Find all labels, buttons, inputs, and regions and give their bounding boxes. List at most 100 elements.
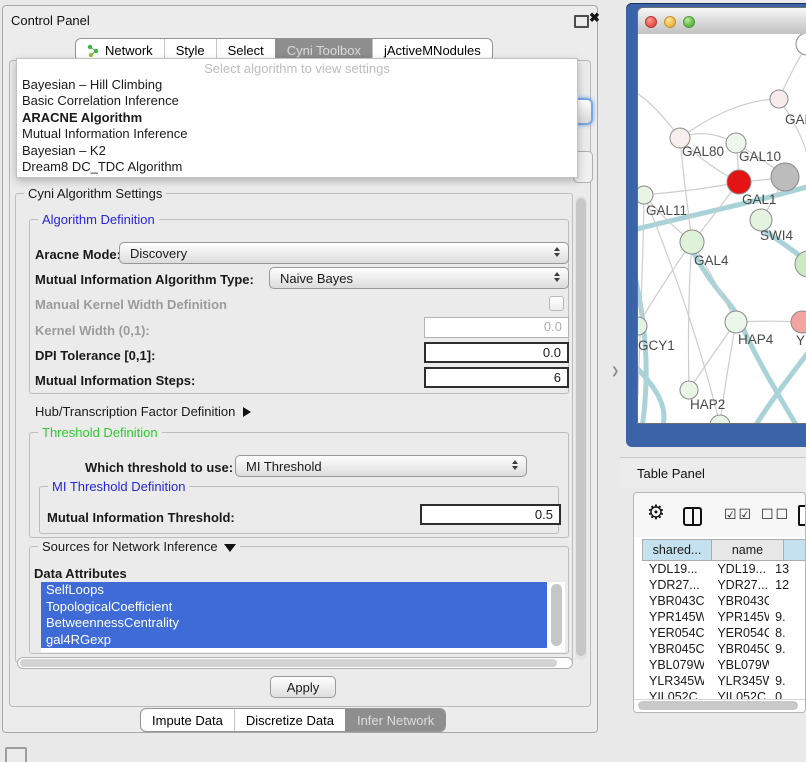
mi-type-label: Mutual Information Algorithm Type: [35, 272, 254, 287]
column-layout-icon[interactable] [683, 507, 702, 526]
column-header-name[interactable]: name [712, 539, 784, 561]
app-root: Control Panel ✖ NetworkStyleSelectCyni T… [0, 0, 806, 762]
network-node-gal1[interactable] [727, 170, 751, 194]
hub-definition-expander[interactable]: Hub/Transcription Factor Definition [35, 404, 251, 419]
table-row[interactable]: YBR045CYBR045C9. [642, 641, 805, 657]
table-row[interactable]: YLR345WYLR345W9. [642, 673, 805, 689]
network-canvas[interactable]: GALGAL80GAL10GAL1GAL11SWI4GAL4GCY1HAP4YH… [638, 34, 806, 423]
table-row[interactable]: YER054CYER054C8. [642, 625, 805, 641]
manual-kernel-checkbox[interactable] [549, 296, 564, 311]
tab-discretize-data[interactable]: Discretize Data [234, 709, 345, 731]
gear-icon[interactable]: ⚙ [647, 500, 665, 525]
table-row[interactable]: YBR043CYBR043C [642, 593, 805, 609]
data-attributes-label: Data Attributes [34, 566, 127, 581]
splitpane-resize-handle[interactable]: ❯ [611, 366, 619, 377]
list-scrollbar-thumb[interactable] [551, 584, 562, 646]
algorithm-option-dream8-dc-tdc-algorithm[interactable]: Dream8 DC_TDC Algorithm [17, 159, 577, 175]
dpi-tolerance-label: DPI Tolerance [0,1]: [35, 348, 155, 363]
table-cell: 13 [769, 561, 805, 577]
float-panel-icon[interactable] [574, 15, 589, 28]
close-panel-icon[interactable]: ✖ [589, 10, 600, 26]
mi-threshold-group-title: MI Threshold Definition [48, 479, 189, 494]
table-cell: YER054C [704, 625, 769, 641]
export-table-icon[interactable] [798, 505, 806, 526]
mi-threshold-input[interactable]: 0.5 [420, 504, 561, 525]
table-hscrollbar[interactable] [634, 699, 805, 712]
tab-label: Impute Data [152, 713, 223, 728]
manual-kernel-label: Manual Kernel Width Definition [35, 297, 227, 312]
combo-arrows-icon [554, 247, 560, 257]
network-node-hap4[interactable] [725, 311, 747, 333]
table-row[interactable]: YDR27...YDR27...12 [642, 577, 805, 593]
table-cell: YBR043C [704, 593, 769, 609]
table-row[interactable]: YPR145WYPR145W9. [642, 609, 805, 625]
network-node-gal11[interactable] [638, 186, 653, 204]
sources-group-title: Sources for Network Inference [38, 539, 240, 554]
network-node-label: GAL11 [646, 203, 687, 218]
table-cell: YBL079W [642, 657, 704, 673]
which-threshold-combobox[interactable]: MI Threshold [235, 455, 527, 477]
tab-impute-data[interactable]: Impute Data [141, 709, 234, 731]
docked-panel-icon[interactable] [5, 747, 27, 762]
mi-type-combobox[interactable]: Naive Bayes [269, 267, 569, 289]
control-panel-title: Control Panel [11, 13, 90, 28]
column-header-2[interactable] [784, 539, 806, 561]
table-row[interactable]: YDL19...YDL19...13 [642, 561, 805, 577]
table-cell: YDL19... [642, 561, 704, 577]
network-node[interactable] [710, 415, 730, 423]
network-window-titlebar[interactable] [638, 8, 806, 35]
table-cell [769, 593, 805, 609]
bottom-tabbar: Impute Data Discretize DataInfer Network [140, 708, 446, 732]
threshold-definition-title: Threshold Definition [38, 425, 162, 440]
select-all-checkboxes-icon[interactable]: ☑☑ [724, 506, 753, 523]
network-node-label: GAL4 [694, 253, 729, 268]
attribute-item-betweennesscentrality[interactable]: BetweennessCentrality [41, 615, 547, 632]
mi-steps-input[interactable]: 6 [424, 367, 569, 388]
network-node[interactable] [771, 163, 799, 191]
network-canvas-svg[interactable]: GALGAL80GAL10GAL1GAL11SWI4GAL4GCY1HAP4YH… [638, 34, 806, 423]
network-edge [644, 182, 739, 195]
collapse-arrow-icon[interactable] [224, 544, 236, 552]
mi-type-value: Naive Bayes [280, 271, 353, 286]
aracne-mode-combobox[interactable]: Discovery [119, 242, 569, 264]
table-cell: YDR27... [642, 577, 704, 593]
network-node-gal[interactable] [770, 90, 788, 108]
network-node-y[interactable] [791, 311, 806, 333]
apply-button[interactable]: Apply [270, 676, 336, 698]
network-node-label: Y [796, 333, 805, 348]
column-header-shared[interactable]: shared... [642, 539, 712, 561]
settings-vscrollbar[interactable] [575, 196, 587, 660]
attribute-item-gal4rgexp[interactable]: gal4RGexp [41, 632, 547, 649]
attribute-item-topologicalcoefficient[interactable]: TopologicalCoefficient [41, 599, 547, 616]
kernel-width-input[interactable]: 0.0 [424, 317, 569, 338]
network-node-label: GAL10 [739, 149, 781, 164]
algorithm-option-mutual-information-inference[interactable]: Mutual Information Inference [17, 126, 577, 142]
minimize-window-icon[interactable] [664, 16, 676, 28]
algorithm-dropdown-popup: Select algorithm to view settings Bayesi… [16, 58, 578, 178]
tab-infer-network[interactable]: Infer Network [345, 709, 445, 731]
data-attributes-list[interactable]: SelfLoopsTopologicalCoefficientBetweenne… [41, 582, 565, 652]
algorithm-dropdown-placeholder: Select algorithm to view settings [17, 59, 577, 77]
network-node[interactable] [796, 34, 806, 55]
table-cell: YLR345W [704, 673, 769, 689]
algorithm-option-aracne-algorithm[interactable]: ARACNE Algorithm [17, 110, 577, 126]
attribute-item-selfloops[interactable]: SelfLoops [41, 582, 547, 599]
algorithm-option-basic-correlation-inference[interactable]: Basic Correlation Inference [17, 93, 577, 109]
close-window-icon[interactable] [645, 16, 657, 28]
hub-definition-label: Hub/Transcription Factor Definition [35, 404, 235, 419]
table-panel-title: Table Panel [637, 466, 705, 481]
table-cell: YLR345W [642, 673, 704, 689]
which-threshold-label: Which threshold to use: [85, 460, 233, 475]
algorithm-option-bayesian-k2[interactable]: Bayesian – K2 [17, 143, 577, 159]
zoom-window-icon[interactable] [683, 16, 695, 28]
settings-hscrollbar[interactable] [17, 657, 573, 669]
table-panel-window: ⚙ ☑☑ ☐☐ shared...name YDL19...YDL19...13… [633, 492, 806, 713]
dpi-tolerance-input[interactable]: 0.0 [424, 342, 569, 363]
table-row[interactable]: YBL079WYBL079W [642, 657, 805, 673]
algorithm-option-bayesian-hill-climbing[interactable]: Bayesian – Hill Climbing [17, 77, 577, 93]
network-node-gal4[interactable] [680, 230, 704, 254]
table-cell: YPR145W [642, 609, 704, 625]
control-panel-window: Control Panel ✖ NetworkStyleSelectCyni T… [2, 5, 598, 733]
deselect-all-checkboxes-icon[interactable]: ☐☐ [761, 506, 790, 523]
network-edge [689, 322, 736, 390]
